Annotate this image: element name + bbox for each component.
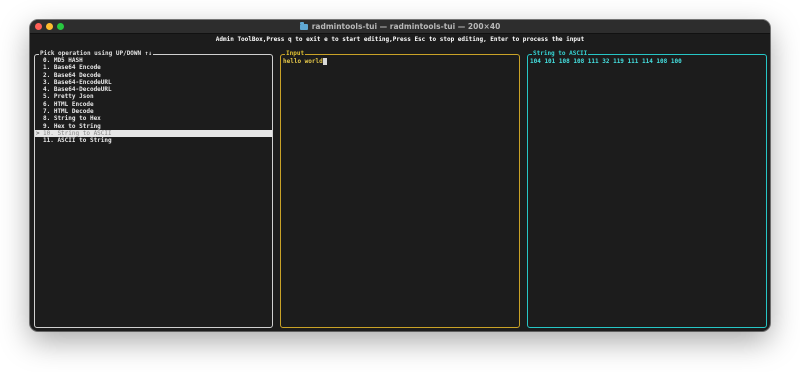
instructions-text: Admin ToolBox,Press q to exit e to start… <box>215 36 585 43</box>
operation-item-label: 1. Base64 Encode <box>43 64 101 72</box>
operation-item[interactable]: 0. MD5 HASH <box>35 57 272 64</box>
operation-item-label: 0. MD5 HASH <box>43 57 83 64</box>
operation-item[interactable]: 6. HTML Encode <box>35 101 272 108</box>
window-controls <box>35 23 64 30</box>
output-panel-title: String to ASCII <box>532 50 589 58</box>
maximize-window-button[interactable] <box>57 23 64 30</box>
operation-item[interactable]: 7. HTML Decode <box>35 108 272 115</box>
input-panel-title: Input <box>285 50 306 58</box>
minimize-window-button[interactable] <box>46 23 53 30</box>
operations-panel: Pick operation using UP/DOWN ↑↓ 0. MD5 H… <box>34 50 273 328</box>
operation-item-label: 9. Hex to String <box>43 122 101 130</box>
operation-item-label: 4. Base64-DecodeURL <box>43 86 112 94</box>
operation-item[interactable]: 3. Base64-EncodeURL <box>35 79 272 86</box>
operation-item[interactable]: 5. Pretty Json <box>35 93 272 100</box>
operation-item[interactable]: 4. Base64-DecodeURL <box>35 86 272 93</box>
text-cursor <box>323 58 328 65</box>
input-value: hello world <box>283 58 323 65</box>
operation-item[interactable]: 8. String to Hex <box>35 115 272 122</box>
input-panel[interactable]: Input hello world <box>280 50 520 328</box>
operation-item-label: 2. Base64 Decode <box>43 71 101 79</box>
operation-item[interactable]: 9. Hex to String <box>35 123 272 130</box>
selection-marker: > <box>36 129 40 137</box>
input-field[interactable]: hello world <box>283 58 328 66</box>
output-panel: String to ASCII 104 101 108 108 111 32 1… <box>527 50 767 328</box>
operation-item-label: 6. HTML Encode <box>43 100 94 108</box>
window-title: radmintools-tui — radmintools-tui — 200×… <box>311 22 501 31</box>
output-value: 104 101 108 108 111 32 119 111 114 108 1… <box>530 58 682 65</box>
folder-icon <box>299 21 308 30</box>
window-title-group: radmintools-tui — radmintools-tui — 200×… <box>299 21 501 31</box>
operation-item-label: 3. Base64-EncodeURL <box>43 78 112 86</box>
operation-item-label: 7. HTML Decode <box>43 108 94 116</box>
operation-item[interactable]: 11. ASCII to String <box>35 137 272 144</box>
operation-item-label: 8. String to Hex <box>43 115 101 123</box>
operation-item-label: 10. String to ASCII <box>43 129 112 137</box>
operation-item[interactable]: 2. Base64 Decode <box>35 72 272 79</box>
operation-item-label: 5. Pretty Json <box>43 93 94 101</box>
operation-item[interactable]: >10. String to ASCII <box>35 129 272 138</box>
operation-item-label: 11. ASCII to String <box>43 137 112 145</box>
operation-item[interactable]: 1. Base64 Encode <box>35 64 272 71</box>
close-window-button[interactable] <box>35 23 42 30</box>
title-bar: radmintools-tui — radmintools-tui — 200×… <box>30 20 770 34</box>
operations-list: 0. MD5 HASH 1. Base64 Encode 2. Base64 Dec… <box>35 57 272 145</box>
terminal-window: radmintools-tui — radmintools-tui — 200×… <box>30 20 770 331</box>
